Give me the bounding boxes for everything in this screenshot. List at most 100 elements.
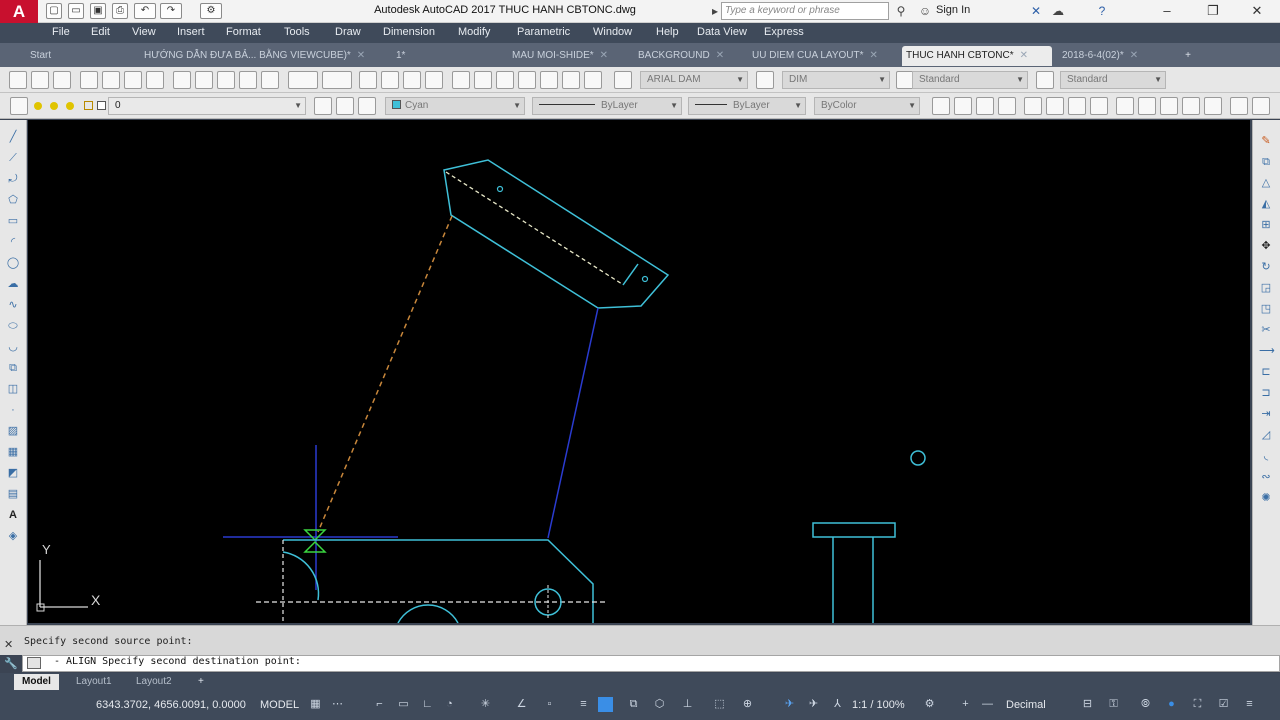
make-block-icon[interactable]: ◫ [6, 382, 20, 396]
copy-icon[interactable] [195, 71, 213, 89]
undo-icon[interactable]: ↶ [134, 3, 156, 19]
file-tab-active[interactable]: THUC HANH CBTONC* ✕ [902, 46, 1052, 66]
file-tab[interactable]: 2018-6-4(02)* ✕ [1058, 46, 1168, 66]
object-snap-icon[interactable]: ▫ [542, 697, 557, 712]
polyline-icon[interactable]: ⤾ [6, 172, 20, 186]
file-tab-start[interactable]: Start [26, 46, 131, 66]
text-style-icon[interactable] [614, 71, 632, 89]
extend-icon[interactable]: ⟶ [1259, 344, 1275, 358]
grid-icon[interactable]: ▦ [308, 697, 323, 712]
table-style-dropdown[interactable]: Standard ▼ [912, 71, 1028, 89]
color-dropdown[interactable]: Cyan ▼ [385, 97, 525, 115]
mirror-icon[interactable]: △ [1259, 176, 1273, 190]
erase-icon[interactable]: ✎ [1259, 134, 1273, 148]
join-icon[interactable]: ⇥ [1259, 407, 1273, 421]
close-tab-icon[interactable]: ✕ [716, 50, 724, 61]
ortho-mode-icon[interactable]: ∟ [420, 697, 435, 712]
close-tab-icon[interactable]: ✕ [357, 50, 365, 61]
new-file-icon[interactable]: ▢ [46, 3, 62, 19]
units-icon[interactable]: — [980, 697, 995, 712]
array-icon[interactable]: ⊞ [1259, 218, 1273, 232]
exchange-icon[interactable]: ✕ [1028, 3, 1044, 19]
jogged-dim-icon[interactable] [1046, 97, 1064, 115]
3d-osnap-icon[interactable]: ⬡ [652, 697, 667, 712]
move-icon[interactable]: ✥ [1259, 239, 1273, 253]
explode-icon[interactable]: ✺ [1259, 491, 1273, 505]
line-icon[interactable]: ╱ [6, 130, 20, 144]
dynamic-ucs-icon[interactable]: ⊥ [680, 697, 695, 712]
menu-window[interactable]: Window [593, 26, 632, 38]
object-snap-tracking-icon[interactable]: ∠ [514, 697, 529, 712]
arc-length-icon[interactable] [976, 97, 994, 115]
lineweight-icon[interactable]: ≡ [576, 697, 591, 712]
autodesk-360-icon[interactable]: ☁ [1050, 3, 1066, 19]
table-icon[interactable]: ▤ [6, 487, 20, 501]
dim-style-icon[interactable] [756, 71, 774, 89]
auto-scale-icon[interactable]: ✈ [806, 697, 821, 712]
text-style-dropdown[interactable]: ARIAL DAM ▼ [640, 71, 748, 89]
menu-parametric[interactable]: Parametric [517, 26, 570, 38]
arm-hole-top[interactable] [496, 185, 504, 193]
layer-properties-icon[interactable] [10, 97, 28, 115]
customize-icon[interactable]: 🔧 [4, 657, 18, 670]
save-icon[interactable]: ▣ [90, 3, 106, 19]
undo-icon[interactable] [288, 71, 318, 89]
menu-icon[interactable]: ≡ [1242, 697, 1257, 712]
drawing-canvas[interactable]: Y X [28, 120, 1250, 623]
cut-icon[interactable] [173, 71, 191, 89]
circle-icon[interactable]: ◯ [6, 256, 20, 270]
region-icon[interactable]: ◩ [6, 466, 20, 480]
redo-icon[interactable] [322, 71, 352, 89]
trim-icon[interactable]: ✂ [1259, 323, 1273, 337]
menu-data-view[interactable]: Data View [697, 26, 747, 38]
lineweight-dropdown[interactable]: ByLayer ▼ [688, 97, 806, 115]
quick-properties-icon[interactable]: ⊟ [1080, 697, 1095, 712]
layer-dropdown[interactable]: 0 ▼ [108, 97, 306, 115]
close-tab-icon[interactable]: ✕ [1020, 50, 1028, 61]
annotation-visibility-icon[interactable]: ✈ [782, 697, 797, 712]
tolerance-icon[interactable] [1230, 97, 1248, 115]
annotation-scale-dropdown[interactable]: 1:1 / 100% [852, 699, 905, 711]
pan-icon[interactable] [359, 71, 377, 89]
file-tab[interactable]: UU DIEM CUA LAYOUT* ✕ [748, 46, 890, 66]
close-icon[interactable]: ✕ [1246, 2, 1268, 20]
gradient-icon[interactable]: ▦ [6, 445, 20, 459]
new-icon[interactable] [9, 71, 27, 89]
file-tab[interactable]: HƯỚNG DẪN ĐƯA BẢ... BẰNG VIEWCUBE)* ✕ [140, 46, 380, 66]
angular-dim-icon[interactable] [1090, 97, 1108, 115]
annotation-scale-icon[interactable]: ⅄ [830, 697, 845, 712]
break-icon[interactable]: ⊐ [1259, 386, 1273, 400]
base-arc[interactable] [282, 551, 320, 601]
properties-icon[interactable] [452, 71, 470, 89]
publish-icon[interactable] [124, 71, 142, 89]
lightbulb-icon[interactable] [34, 102, 42, 110]
multileader-style-icon[interactable] [1036, 71, 1054, 89]
paste-icon[interactable] [217, 71, 235, 89]
infer-constraints-icon[interactable]: ⌐ [372, 697, 387, 712]
plot-icon[interactable]: ⎙ [112, 3, 128, 19]
center-mark-icon[interactable] [1252, 97, 1270, 115]
sun-icon[interactable] [50, 102, 58, 110]
snap-mode-icon[interactable]: ⋯ [330, 697, 345, 712]
help-icon[interactable] [584, 71, 602, 89]
hatch-icon[interactable]: ▨ [6, 424, 20, 438]
construction-line-icon[interactable]: ⟋ [6, 151, 20, 165]
maximize-icon[interactable]: ❐ [1202, 2, 1224, 20]
post-cap[interactable] [812, 522, 896, 538]
stretch-icon[interactable]: ◳ [1259, 302, 1273, 316]
selection-cycling-icon[interactable]: ⧉ [626, 697, 641, 712]
radius-dim-icon[interactable] [1024, 97, 1042, 115]
transparency-icon[interactable] [598, 697, 613, 712]
redo-icon[interactable]: ↷ [160, 3, 182, 19]
diameter-dim-icon[interactable] [1068, 97, 1086, 115]
close-tab-icon[interactable]: ✕ [600, 50, 608, 61]
layer-state-icon[interactable] [358, 97, 376, 115]
3d-print-icon[interactable] [146, 71, 164, 89]
lock-icon[interactable] [84, 101, 93, 110]
design-center-icon[interactable] [474, 71, 492, 89]
linear-dim-icon[interactable] [932, 97, 950, 115]
menu-edit[interactable]: Edit [91, 26, 110, 38]
isolate-objects-icon[interactable]: ⦾ [1138, 697, 1153, 712]
gizmo-icon[interactable]: ⊕ [740, 697, 755, 712]
polar-tracking-icon[interactable]: ◔ [442, 697, 457, 712]
